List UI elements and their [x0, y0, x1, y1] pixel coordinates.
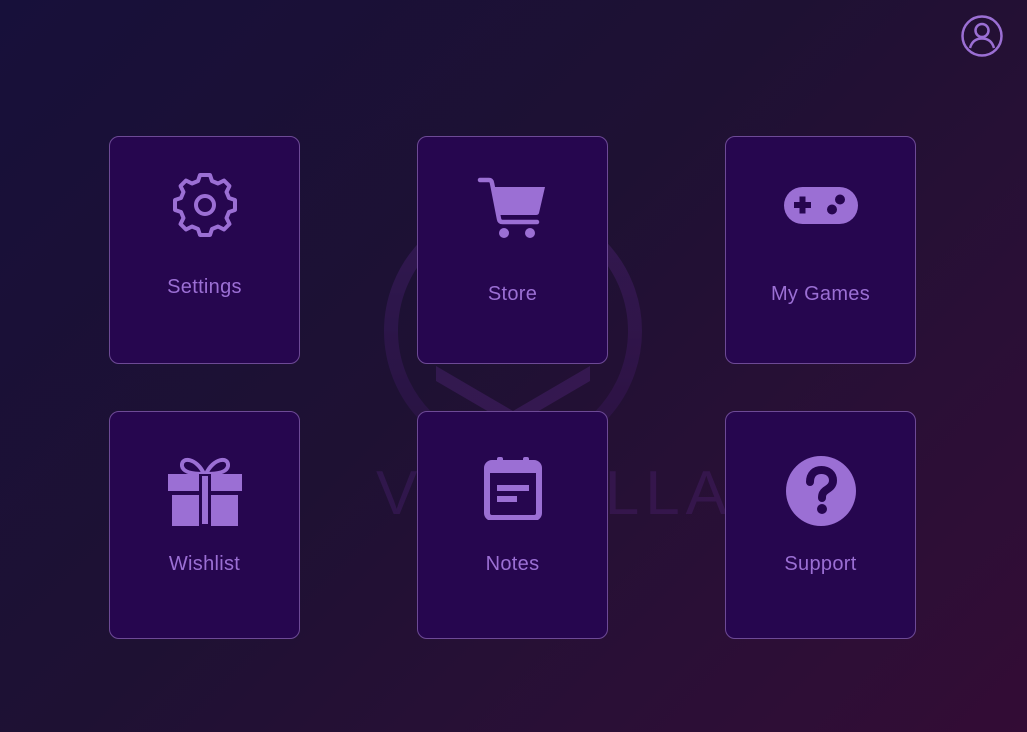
tile-label: Wishlist: [168, 553, 241, 575]
tile-store[interactable]: Store: [417, 136, 608, 364]
shopping-cart-icon: [477, 175, 549, 241]
tile-support[interactable]: Support: [725, 411, 916, 639]
gift-icon: [167, 454, 243, 528]
help-circle-icon: [785, 455, 857, 527]
tile-notes[interactable]: Notes: [417, 411, 608, 639]
tile-label: My Games: [770, 283, 871, 305]
gear-icon: [170, 170, 240, 240]
tile-settings[interactable]: Settings: [109, 136, 300, 364]
user-circle-icon: [961, 15, 1003, 57]
gamepad-icon: [783, 186, 859, 226]
tile-label: Support: [784, 553, 857, 575]
tile-label: Settings: [167, 276, 242, 298]
tile-my-games[interactable]: My Games: [725, 136, 916, 364]
tile-wishlist[interactable]: Wishlist: [109, 411, 300, 639]
tile-label: Notes: [485, 553, 540, 575]
profile-button[interactable]: [960, 14, 1004, 58]
calendar-note-icon: [483, 456, 543, 520]
tile-label: Store: [487, 283, 538, 305]
